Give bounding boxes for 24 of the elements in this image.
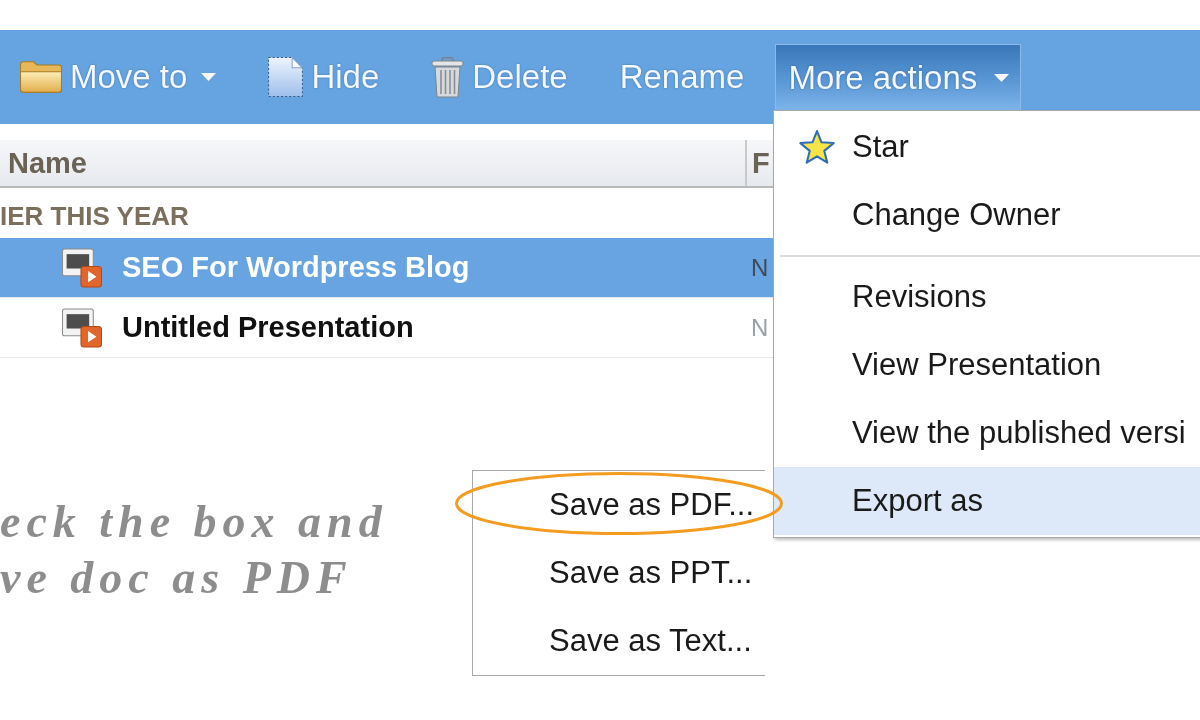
folder-icon [20, 61, 62, 93]
presentation-icon [62, 247, 102, 288]
menu-item[interactable]: Save as PPT... [473, 539, 765, 607]
table-cell-text: N [750, 253, 770, 282]
column-header[interactable]: Name [0, 140, 745, 186]
file-name: SEO For Wordpress Blog [122, 251, 470, 284]
annotation-text: eck the box and [0, 495, 388, 549]
menu-item[interactable]: Star [774, 113, 1200, 181]
table-cell-text: N [750, 313, 770, 342]
presentation-icon [62, 307, 102, 348]
menu-item[interactable]: View Presentation [774, 331, 1200, 399]
group-label: IER THIS YEAR [0, 200, 190, 233]
menu-item[interactable]: Change Owner [774, 181, 1200, 249]
menu-item[interactable]: Save as PDF... [473, 471, 765, 539]
page-icon [268, 57, 304, 97]
menu-item[interactable]: View the published versi [774, 399, 1200, 467]
annotation-text: ve doc as PDF [0, 551, 353, 605]
trash-icon [431, 56, 465, 98]
star-icon [799, 130, 835, 164]
menu-item[interactable]: Revisions [774, 263, 1200, 331]
menu-item[interactable]: Export as [774, 467, 1200, 535]
menu-item[interactable]: Save as Text... [473, 607, 765, 675]
file-row[interactable]: Untitled Presentation N [0, 298, 773, 358]
file-name: Untitled Presentation [122, 311, 414, 344]
